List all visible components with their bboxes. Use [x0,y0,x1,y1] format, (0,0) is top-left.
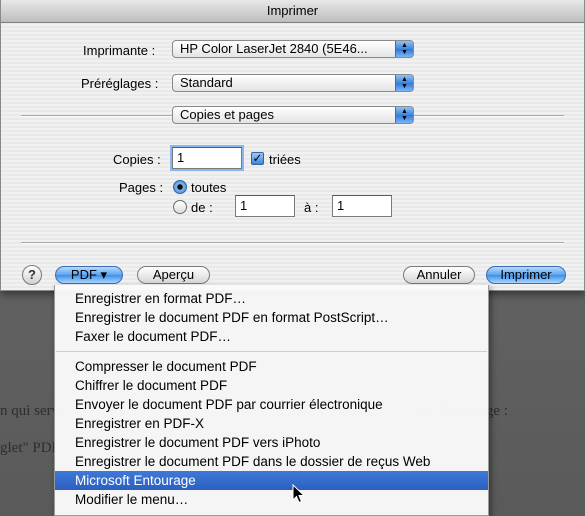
pages-to-label: à : [304,200,319,215]
popup-arrows-icon: ▲ ▼ [395,75,413,91]
presets-value: Standard [180,75,233,90]
printer-value: HP Color LaserJet 2840 (5E46... [180,41,368,56]
menu-item-compress-pdf[interactable]: Compresser le document PDF [55,357,488,376]
copies-input[interactable]: 1 [172,147,242,169]
printer-popup[interactable]: HP Color LaserJet 2840 (5E46... ▲ ▼ [172,40,414,58]
menu-item-edit-menu[interactable]: Modifier le menu… [55,490,488,509]
presets-popup[interactable]: Standard ▲ ▼ [172,74,414,92]
background-text: glet" PDF [0,440,60,456]
mouse-pointer-icon [292,484,306,504]
print-button[interactable]: Imprimer [486,266,566,284]
pages-all-label: toutes [191,180,227,195]
menu-item-save-web-receipts[interactable]: Enregistrer le document PDF dans le doss… [55,452,488,471]
separator [21,115,172,117]
pages-all-radio[interactable] [173,180,187,194]
panel-popup[interactable]: Copies et pages ▲ ▼ [172,106,414,124]
panel-value: Copies et pages [180,107,274,122]
menu-item-fax-pdf[interactable]: Faxer le document PDF… [55,327,488,346]
separator [21,242,564,244]
copies-label: Copies : [113,152,161,167]
print-dialog: Imprimer Imprimante : HP Color LaserJet … [0,0,585,291]
checkmark-icon: ✓ [252,151,263,165]
popup-arrows-icon: ▲ ▼ [395,107,413,123]
pages-range-label: de : [191,200,213,215]
cancel-button[interactable]: Annuler [403,266,475,284]
menu-item-save-pdfx[interactable]: Enregistrer en PDF-X [55,414,488,433]
menu-item-save-postscript[interactable]: Enregistrer le document PDF en format Po… [55,308,488,327]
preview-button[interactable]: Aperçu [137,266,210,284]
pages-from-input[interactable]: 1 [235,195,295,217]
separator [414,115,564,117]
pages-label: Pages : [119,180,164,195]
menu-item-save-pdf[interactable]: Enregistrer en format PDF… [55,289,488,308]
menu-item-microsoft-entourage[interactable]: Microsoft Entourage [55,471,488,490]
presets-label: Préréglages : [81,76,159,91]
menu-item-encrypt-pdf[interactable]: Chiffrer le document PDF [55,376,488,395]
help-button[interactable]: ? [22,265,42,285]
window-title: Imprimer [1,0,584,23]
pdf-button[interactable]: PDF ▾ [55,266,123,284]
collate-checkbox[interactable]: ✓ [251,152,264,165]
collate-label: triées [269,152,301,167]
pdf-menu: Enregistrer en format PDF… Enregistrer l… [54,285,489,516]
menu-separator [56,351,487,352]
menu-item-save-iphoto[interactable]: Enregistrer le document PDF vers iPhoto [55,433,488,452]
menu-item-mail-pdf[interactable]: Envoyer le document PDF par courrier éle… [55,395,488,414]
popup-arrows-icon: ▲ ▼ [395,41,413,57]
pages-to-input[interactable]: 1 [332,195,392,217]
pages-range-radio[interactable] [173,200,187,214]
printer-label: Imprimante : [83,43,156,58]
